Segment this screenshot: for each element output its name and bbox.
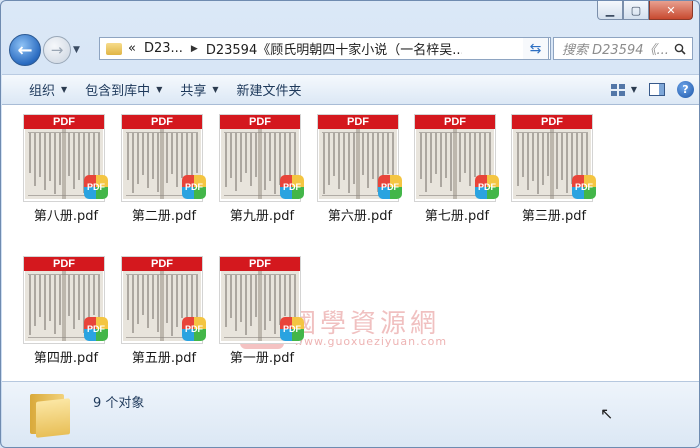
watermark-text: 國學資源網 xyxy=(290,309,441,339)
pdf-app-icon: PDF xyxy=(182,317,206,341)
thumbnail-pdf-label: PDF xyxy=(122,115,202,129)
thumbnail-pdf-label: PDF xyxy=(24,115,104,129)
file-item[interactable]: PDF PDF 第二册.pdf xyxy=(118,115,210,231)
file-name[interactable]: 第三册.pdf xyxy=(504,205,604,224)
file-item[interactable]: PDF PDF 第七册.pdf xyxy=(411,115,503,231)
new-folder-button[interactable]: 新建文件夹 xyxy=(228,75,311,104)
pdf-app-icon: PDF xyxy=(84,317,108,341)
recent-pages-dropdown[interactable]: ▼ xyxy=(73,45,85,55)
file-name[interactable]: 第六册.pdf xyxy=(310,205,410,224)
file-name[interactable]: 第五册.pdf xyxy=(114,347,214,366)
thumbnail-pdf-label: PDF xyxy=(122,257,202,271)
file-name[interactable]: 第七册.pdf xyxy=(407,205,507,224)
thumbnail-pdf-label: PDF xyxy=(220,257,300,271)
forward-button[interactable]: → xyxy=(43,36,71,64)
breadcrumb-crumb-2[interactable]: D23594《顾氏明朝四十家小说（一名梓吴... xyxy=(206,39,462,58)
navigation-bar: ← → ▼ « D23... ▶ D23594《顾氏明朝四十家小说（一名梓吴..… xyxy=(9,33,693,67)
maximize-button[interactable]: ▢ xyxy=(623,1,649,20)
pdf-app-icon: PDF xyxy=(378,175,402,199)
folder-icon xyxy=(30,390,70,438)
file-name[interactable]: 第二册.pdf xyxy=(114,205,214,224)
share-menu[interactable]: 共享 ▼ xyxy=(171,75,227,104)
thumbnail-pdf-label: PDF xyxy=(318,115,398,129)
folder-icon xyxy=(106,42,122,55)
forward-arrow-icon: → xyxy=(50,41,64,59)
file-item[interactable]: PDF PDF 第六册.pdf xyxy=(314,115,406,231)
back-button[interactable]: ← xyxy=(9,34,41,66)
mouse-cursor-icon: ↖ xyxy=(600,404,614,423)
refresh-button[interactable]: ⇆ xyxy=(523,37,549,60)
organize-menu[interactable]: 组织 ▼ xyxy=(20,75,76,104)
search-input[interactable]: 搜索 D23594《... xyxy=(553,37,693,60)
file-name[interactable]: 第九册.pdf xyxy=(212,205,312,224)
thumbnail-pdf-label: PDF xyxy=(512,115,592,129)
chevron-down-icon: ▼ xyxy=(73,45,80,55)
file-item[interactable]: PDF PDF 第五册.pdf xyxy=(118,257,210,373)
include-library-label: 包含到库中 xyxy=(85,84,151,99)
back-arrow-icon: ← xyxy=(17,39,33,61)
address-overflow[interactable]: « xyxy=(128,41,136,56)
chevron-down-icon: ▼ xyxy=(61,85,68,94)
change-view-button[interactable]: ▼ xyxy=(610,83,637,96)
watermark-url: www.guoxueziyuan.com xyxy=(294,335,448,348)
thumbnail-pdf-label: PDF xyxy=(220,115,300,129)
thumbnail-pdf-label: PDF xyxy=(415,115,495,129)
chevron-down-icon: ▼ xyxy=(156,85,163,94)
refresh-icon: ⇆ xyxy=(529,40,542,57)
chevron-right-icon[interactable]: ▶ xyxy=(191,44,198,54)
address-bar[interactable]: « D23... ▶ D23594《顾氏明朝四十家小说（一名梓吴... ▼ xyxy=(99,37,551,60)
chevron-down-icon: ▼ xyxy=(630,85,637,94)
share-label: 共享 xyxy=(180,84,207,99)
search-icon[interactable] xyxy=(668,43,692,55)
pdf-app-icon: PDF xyxy=(182,175,206,199)
include-in-library-menu[interactable]: 包含到库中 ▼ xyxy=(76,75,171,104)
chevron-down-icon: ▼ xyxy=(212,85,219,94)
file-name[interactable]: 第八册.pdf xyxy=(16,205,116,224)
minimize-button[interactable]: ▁ xyxy=(597,1,623,20)
pdf-app-icon: PDF xyxy=(84,175,108,199)
new-folder-label: 新建文件夹 xyxy=(236,84,302,99)
organize-label: 组织 xyxy=(29,84,56,99)
close-button[interactable]: ✕ xyxy=(649,1,693,20)
pdf-app-icon: PDF xyxy=(280,175,304,199)
view-grid-icon xyxy=(610,83,625,96)
file-list: 國 國學資源網 www.guoxueziyuan.com PDFPDF第八册.p… xyxy=(2,105,699,381)
details-pane: 9 个对象 ↖ xyxy=(2,381,699,447)
pdf-app-icon: PDF xyxy=(280,317,304,341)
file-item[interactable]: PDF PDF 第四册.pdf xyxy=(20,257,112,373)
thumbnail-pdf-label: PDF xyxy=(24,257,104,271)
breadcrumb-crumb-1[interactable]: D23... xyxy=(144,41,183,56)
explorer-window: ▁ ▢ ✕ ← → ▼ « D23... ▶ D23594《顾氏明朝四十家小说（… xyxy=(0,0,700,448)
search-placeholder: 搜索 D23594《... xyxy=(562,43,668,58)
help-icon[interactable]: ? xyxy=(677,81,694,98)
file-item[interactable]: PDF PDF 第一册.pdf xyxy=(216,257,308,373)
file-item[interactable]: PDF PDF 第九册.pdf xyxy=(216,115,308,231)
item-count: 9 个对象 xyxy=(93,396,145,411)
file-item[interactable]: PDF PDF 第三册.pdf xyxy=(508,115,600,231)
preview-pane-icon[interactable] xyxy=(649,83,665,96)
pdf-app-icon: PDF xyxy=(475,175,499,199)
pdf-app-icon: PDF xyxy=(572,175,596,199)
caption-buttons: ▁ ▢ ✕ xyxy=(597,1,693,20)
file-name[interactable]: 第一册.pdf xyxy=(212,347,312,366)
file-name[interactable]: 第四册.pdf xyxy=(16,347,116,366)
command-bar: 组织 ▼ 包含到库中 ▼ 共享 ▼ 新建文件夹 ▼ ? xyxy=(2,74,699,105)
file-item[interactable]: PDF PDF 第八册.pdf xyxy=(20,115,112,231)
